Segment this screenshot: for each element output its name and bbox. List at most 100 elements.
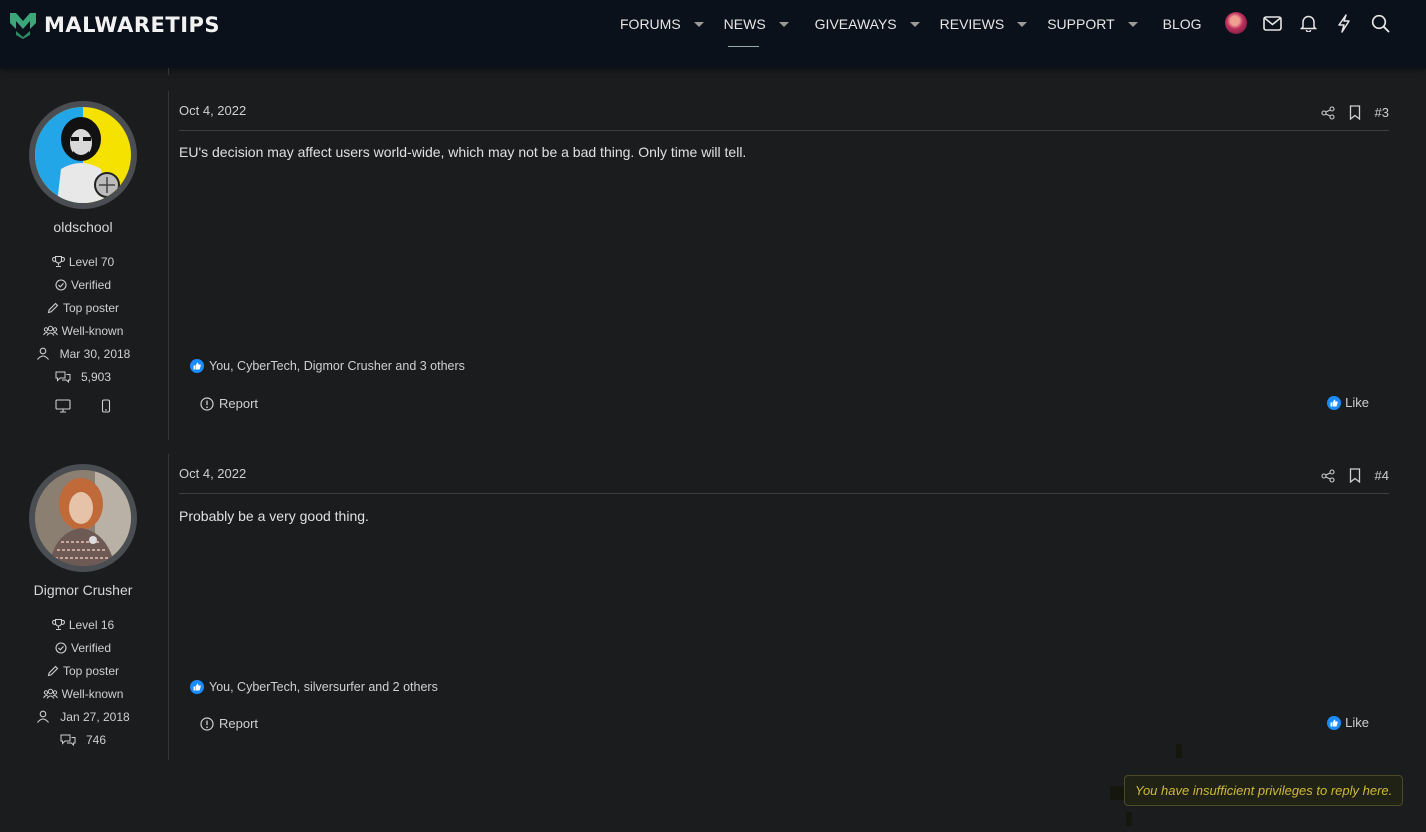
like-icon	[1327, 395, 1342, 410]
trophy-icon	[51, 255, 65, 268]
search-button[interactable]	[1369, 12, 1391, 34]
like-button[interactable]: Like	[1327, 715, 1369, 730]
reply-privilege-notice: You have insufficient privileges to repl…	[1124, 775, 1404, 806]
decorative-mark	[1110, 786, 1124, 800]
lightning-icon	[1338, 13, 1350, 33]
users-icon	[42, 325, 58, 336]
warning-circle-icon	[200, 716, 214, 731]
like-icon	[1327, 715, 1342, 730]
username[interactable]: oldschool	[0, 219, 166, 235]
avatar-ring	[29, 101, 137, 209]
chevron-down-icon[interactable]	[909, 21, 920, 27]
reactions-bar[interactable]: You, CyberTech, silversurfer and 2 other…	[190, 680, 438, 694]
post-number[interactable]: #4	[1375, 468, 1389, 483]
nav-reviews[interactable]: REVIEWS	[940, 16, 1028, 32]
chevron-down-icon[interactable]	[778, 21, 789, 27]
user-badge-well-known: Well-known	[0, 682, 166, 705]
account-icons	[1225, 12, 1391, 34]
account-menu[interactable]	[1225, 12, 1247, 34]
inbox-button[interactable]	[1261, 12, 1283, 34]
desktop-icon	[55, 399, 71, 413]
comments-icon	[60, 734, 76, 746]
whats-new-button[interactable]	[1333, 12, 1355, 34]
nav-blog[interactable]: BLOG	[1163, 16, 1202, 32]
bookmark-icon[interactable]	[1349, 468, 1361, 483]
comments-icon	[55, 371, 71, 383]
like-reaction-icon	[190, 680, 204, 694]
nav-giveaways[interactable]: GIVEAWAYS	[815, 16, 920, 32]
check-circle-icon	[55, 641, 67, 654]
username[interactable]: Digmor Crusher	[0, 582, 166, 598]
warning-circle-icon	[200, 396, 214, 411]
nav-news[interactable]: NEWS	[724, 16, 789, 47]
user-joined: Mar 30, 2018	[0, 342, 166, 365]
digmor-crusher-avatar-image	[35, 470, 131, 566]
user-level: Level 16	[0, 613, 166, 636]
check-circle-icon	[55, 278, 67, 291]
decorative-mark	[1126, 812, 1132, 826]
trophy-icon	[51, 618, 65, 631]
envelope-icon	[1262, 15, 1282, 31]
report-button[interactable]: Report	[200, 716, 258, 731]
avatar[interactable]	[35, 107, 131, 203]
user-devices	[0, 399, 166, 413]
post-tools: #3	[1320, 105, 1389, 120]
user-icon	[36, 347, 49, 360]
malwaretips-logo-icon	[10, 13, 36, 39]
user-stats: Level 16 Verified Top poster Well-known …	[0, 613, 166, 751]
site-name: MALWARETIPS	[44, 13, 221, 37]
post-user-cell: Digmor Crusher Level 16 Verified Top pos…	[0, 454, 169, 760]
post-date[interactable]: Oct 4, 2022	[179, 103, 246, 118]
post-body: Probably be a very good thing.	[179, 508, 369, 524]
post-number[interactable]: #3	[1375, 105, 1389, 120]
user-stats: Level 70 Verified Top poster Well-known …	[0, 250, 166, 413]
user-avatar[interactable]	[1225, 12, 1247, 34]
decorative-mark	[1176, 744, 1182, 758]
pencil-icon	[47, 665, 59, 676]
user-messages: 5,903	[0, 365, 166, 388]
nav-forums[interactable]: FORUMS	[620, 16, 704, 32]
post-4: Digmor Crusher Level 16 Verified Top pos…	[0, 454, 1426, 760]
user-level: Level 70	[0, 250, 166, 273]
post-message: Oct 4, 2022 #4 Probably be a very good t…	[179, 454, 1389, 760]
users-icon	[42, 688, 58, 699]
share-icon[interactable]	[1320, 105, 1335, 120]
chevron-down-icon[interactable]	[693, 21, 704, 27]
pencil-icon	[47, 302, 59, 313]
site-logo[interactable]: MALWARETIPS	[8, 11, 220, 39]
report-button[interactable]: Report	[200, 396, 258, 411]
user-badge-well-known: Well-known	[0, 319, 166, 342]
avatar[interactable]	[35, 470, 131, 566]
user-messages: 746	[0, 728, 166, 751]
mobile-icon	[101, 399, 111, 413]
user-verified: Verified	[0, 636, 166, 659]
user-verified: Verified	[0, 273, 166, 296]
main-nav: FORUMS NEWS GIVEAWAYS REVIEWS SUPPORT BL…	[620, 0, 1202, 48]
bell-icon	[1299, 15, 1317, 32]
bookmark-icon[interactable]	[1349, 105, 1361, 120]
alerts-button[interactable]	[1297, 12, 1319, 34]
user-badge-top-poster: Top poster	[0, 659, 166, 682]
like-button[interactable]: Like	[1327, 395, 1369, 410]
reactions-bar[interactable]: You, CyberTech, Digmor Crusher and 3 oth…	[190, 359, 465, 373]
user-joined: Jan 27, 2018	[0, 705, 166, 728]
like-reaction-icon	[190, 359, 204, 373]
avatar-ring	[29, 464, 137, 572]
post-message: Oct 4, 2022 #3 EU's decision may affect …	[179, 91, 1389, 440]
chevron-down-icon[interactable]	[1127, 21, 1138, 27]
post-body: EU's decision may affect users world-wid…	[179, 144, 747, 160]
post-user-cell: oldschool Level 70 Verified Top poster W…	[0, 91, 169, 440]
post-3: oldschool Level 70 Verified Top poster W…	[0, 91, 1426, 440]
post-header-divider	[179, 493, 1389, 494]
post-date[interactable]: Oct 4, 2022	[179, 466, 246, 481]
search-icon	[1371, 14, 1389, 32]
chevron-down-icon[interactable]	[1017, 21, 1028, 27]
thread-divider	[168, 68, 169, 75]
post-tools: #4	[1320, 468, 1389, 483]
post-header-divider	[179, 130, 1389, 131]
share-icon[interactable]	[1320, 468, 1335, 483]
top-navigation-bar: MALWARETIPS FORUMS NEWS GIVEAWAYS REVIEW…	[0, 0, 1426, 68]
user-badge-top-poster: Top poster	[0, 296, 166, 319]
user-icon	[37, 710, 50, 723]
nav-support[interactable]: SUPPORT	[1047, 16, 1138, 32]
